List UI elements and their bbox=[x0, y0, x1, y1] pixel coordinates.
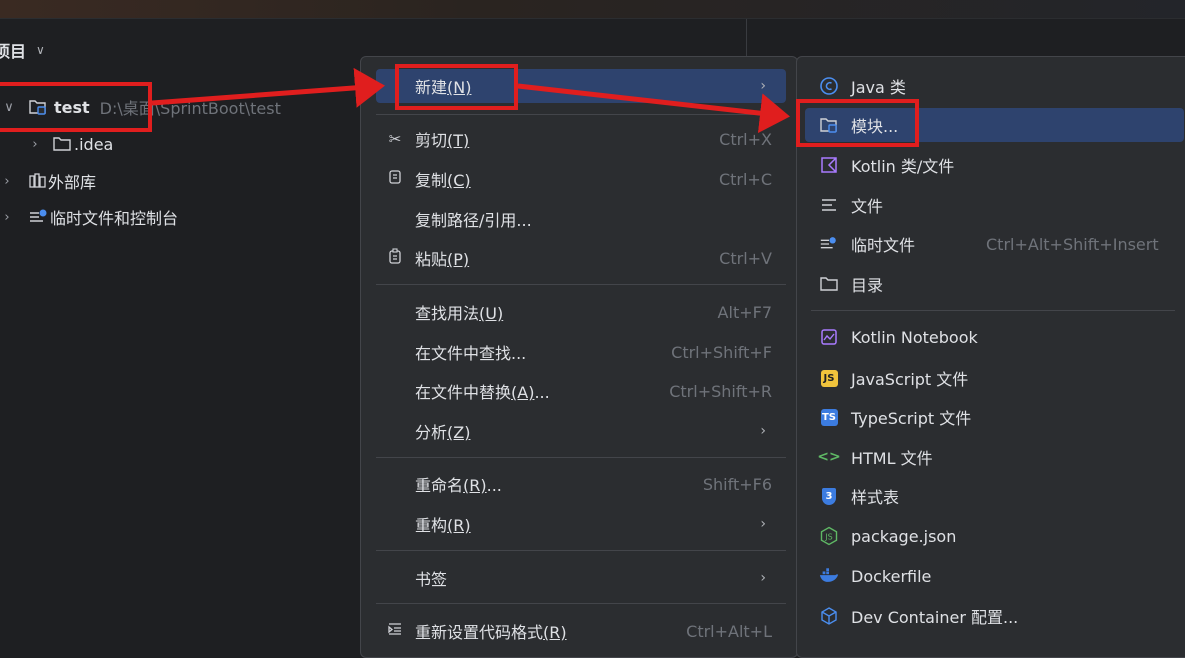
annotation-arrows bbox=[151, 67, 790, 134]
annotation-arrow bbox=[517, 83, 790, 134]
annotation-arrow bbox=[151, 67, 385, 108]
